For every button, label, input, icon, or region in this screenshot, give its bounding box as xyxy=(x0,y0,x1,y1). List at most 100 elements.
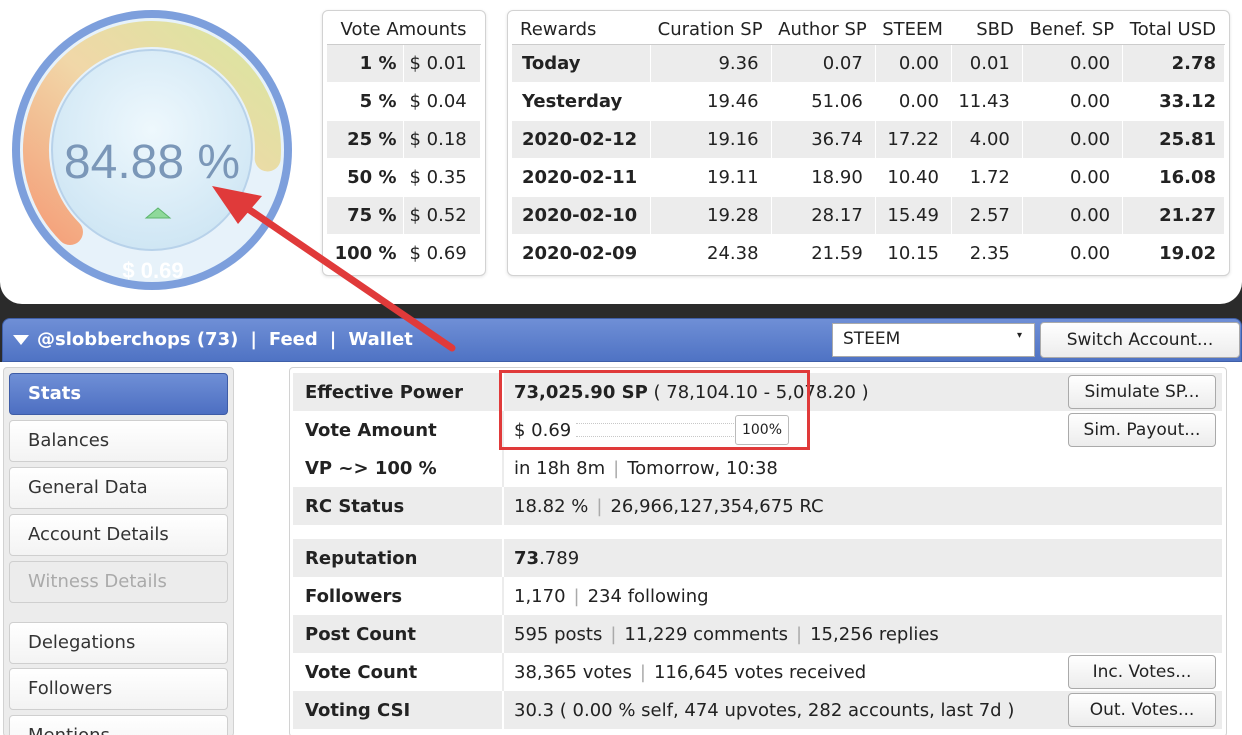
chevron-down-icon: ▾ xyxy=(1016,330,1022,341)
reward-cell: 21.59 xyxy=(771,234,876,273)
stat-row-reputation: Reputation 73.789 xyxy=(293,539,1222,577)
stat-label: Post Count xyxy=(305,624,416,645)
col-header: Rewards xyxy=(512,16,651,45)
sidebar-item-mentions[interactable]: Mentions xyxy=(9,715,228,735)
votes-received: 116,645 votes received xyxy=(653,662,867,683)
wallet-link[interactable]: Wallet xyxy=(348,329,413,350)
vote-pct: 5 % xyxy=(327,82,404,121)
sidebar-item-general-data[interactable]: General Data xyxy=(9,467,228,509)
effective-sp-detail: ( 78,104.10 - 5,078.20 ) xyxy=(653,382,869,403)
reward-cell: 9.36 xyxy=(650,44,772,83)
reward-cell: 15.49 xyxy=(875,196,952,235)
sidebar-item-account-details[interactable]: Account Details xyxy=(9,514,228,556)
table-row: 2020-02-09 24.38 21.59 10.15 2.35 0.00 19.02 xyxy=(512,234,1225,273)
nav-separator: | xyxy=(250,329,257,350)
vote-usd: $ 0.01 xyxy=(403,44,481,83)
reward-cell: 2.35 xyxy=(951,234,1023,273)
reward-date: 2020-02-11 xyxy=(512,158,651,197)
vote-weight-slider[interactable] xyxy=(576,423,734,437)
value-separator: | xyxy=(596,496,603,517)
stats-panel: Effective Power 73,025.90 SP ( 78,104.10… xyxy=(289,367,1227,735)
effective-power-value: 73,025.90 SP ( 78,104.10 - 5,078.20 ) xyxy=(514,382,869,403)
table-row: 75 % $ 0.52 xyxy=(327,196,481,235)
reward-cell: 24.38 xyxy=(650,234,772,273)
stat-label: RC Status xyxy=(305,496,405,517)
reward-cell: 0.00 xyxy=(1022,44,1124,83)
reward-cell: 0.00 xyxy=(1022,82,1124,121)
vote-count-value: 38,365 votes | 116,645 votes received xyxy=(514,662,866,683)
col-header: SBD xyxy=(951,16,1023,45)
chain-select[interactable]: STEEM ▾ xyxy=(832,323,1035,357)
simulate-sp-button[interactable]: Simulate SP... xyxy=(1068,375,1216,409)
sidebar-item-delegations[interactable]: Delegations xyxy=(9,622,228,664)
reward-cell: 33.12 xyxy=(1122,82,1225,121)
reward-cell: 51.06 xyxy=(771,82,876,121)
out-votes-button[interactable]: Out. Votes... xyxy=(1068,693,1216,727)
reward-cell: 4.00 xyxy=(951,120,1023,159)
reputation-value: 73.789 xyxy=(514,548,579,569)
gauge-amount-text: $ 0.69 xyxy=(122,258,183,283)
col-header: STEEM xyxy=(875,16,952,45)
followers-value: 1,170 | 234 following xyxy=(514,586,709,607)
table-row: Today 9.36 0.07 0.00 0.01 0.00 2.78 xyxy=(512,44,1225,83)
reward-cell: 25.81 xyxy=(1122,120,1225,159)
stat-label: Reputation xyxy=(305,548,418,569)
nav-separator: | xyxy=(329,329,337,350)
reputation-dec: .789 xyxy=(539,548,580,569)
value-separator: | xyxy=(796,624,803,645)
sidebar-item-balances[interactable]: Balances xyxy=(9,420,228,462)
reputation-int: 73 xyxy=(514,548,540,569)
vote-usd: $ 0.04 xyxy=(403,82,481,121)
value-separator: | xyxy=(573,586,580,607)
sim-payout-button[interactable]: Sim. Payout... xyxy=(1068,413,1216,447)
reward-cell: 0.00 xyxy=(1022,120,1124,159)
reward-cell: 19.02 xyxy=(1122,234,1225,273)
vote-usd: $ 0.35 xyxy=(403,158,481,197)
col-header: Benef. SP xyxy=(1022,16,1124,45)
inc-votes-button[interactable]: Inc. Votes... xyxy=(1068,655,1216,689)
table-row: 2020-02-12 19.16 36.74 17.22 4.00 0.00 25.81 xyxy=(512,120,1225,159)
vp-when: Tomorrow, 10:38 xyxy=(627,458,778,479)
vote-amounts-header: Vote Amounts xyxy=(327,16,481,45)
stat-label: Vote Count xyxy=(305,662,418,683)
reward-cell: 0.00 xyxy=(875,44,952,83)
vp-value: in 18h 8m | Tomorrow, 10:38 xyxy=(514,458,778,479)
reward-cell: 11.43 xyxy=(951,82,1023,121)
stat-label: VP ~> 100 % xyxy=(305,458,437,479)
vote-usd: $ 0.18 xyxy=(403,120,481,159)
account-name-link[interactable]: @slobberchops (73) xyxy=(37,329,238,350)
vote-weight-percent[interactable]: 100% xyxy=(735,415,789,445)
reward-cell: 21.27 xyxy=(1122,196,1225,235)
voting-csi-value: 30.3 ( 0.00 % self, 474 upvotes, 282 acc… xyxy=(514,700,1015,721)
rewards-table: Rewards Curation SP Author SP STEEM SBD … xyxy=(507,10,1230,276)
table-row: 1 % $ 0.01 xyxy=(327,44,481,83)
stat-row-vote-count: Vote Count 38,365 votes | 116,645 votes re… xyxy=(293,653,1222,691)
table-row: 50 % $ 0.35 xyxy=(327,158,481,197)
account-bar: @slobberchops (73) | Feed | Wallet STEEM… xyxy=(2,318,1242,362)
sidebar-item-followers[interactable]: Followers xyxy=(9,668,228,710)
collapse-triangle-icon[interactable] xyxy=(13,334,29,345)
reward-cell: 0.00 xyxy=(1022,158,1124,197)
stat-label: Voting CSI xyxy=(305,700,411,721)
feed-link[interactable]: Feed xyxy=(269,329,318,350)
stat-label: Effective Power xyxy=(305,382,464,403)
reward-cell: 16.08 xyxy=(1122,158,1225,197)
stat-label: Vote Amount xyxy=(305,420,437,441)
reward-date: 2020-02-12 xyxy=(512,120,651,159)
stat-row-voting-csi: Voting CSI 30.3 ( 0.00 % self, 474 upvot… xyxy=(293,691,1222,729)
reward-cell: 0.07 xyxy=(771,44,876,83)
comments-count: 11,229 comments xyxy=(624,624,789,645)
reward-cell: 10.15 xyxy=(875,234,952,273)
vote-usd: $ 0.69 xyxy=(403,234,481,273)
post-count-value: 595 posts | 11,229 comments | 15,256 replies xyxy=(514,624,939,645)
reward-cell: 18.90 xyxy=(771,158,876,197)
vote-amount-value: $ 0.69 xyxy=(514,420,572,441)
vote-pct: 50 % xyxy=(327,158,404,197)
table-row: 2020-02-10 19.28 28.17 15.49 2.57 0.00 21.27 xyxy=(512,196,1225,235)
sidebar: Stats Balances General Data Account Deta… xyxy=(3,367,234,735)
switch-account-button[interactable]: Switch Account... xyxy=(1040,322,1240,358)
stat-row-post-count: Post Count 595 posts | 11,229 comments | 15,… xyxy=(293,615,1222,653)
sidebar-item-stats[interactable]: Stats xyxy=(9,373,228,415)
vote-amounts-table: Vote Amounts 1 % $ 0.01 5 % $ 0.04 25 % $ 0… xyxy=(322,10,486,276)
stat-row-followers: Followers 1,170 | 234 following xyxy=(293,577,1222,615)
